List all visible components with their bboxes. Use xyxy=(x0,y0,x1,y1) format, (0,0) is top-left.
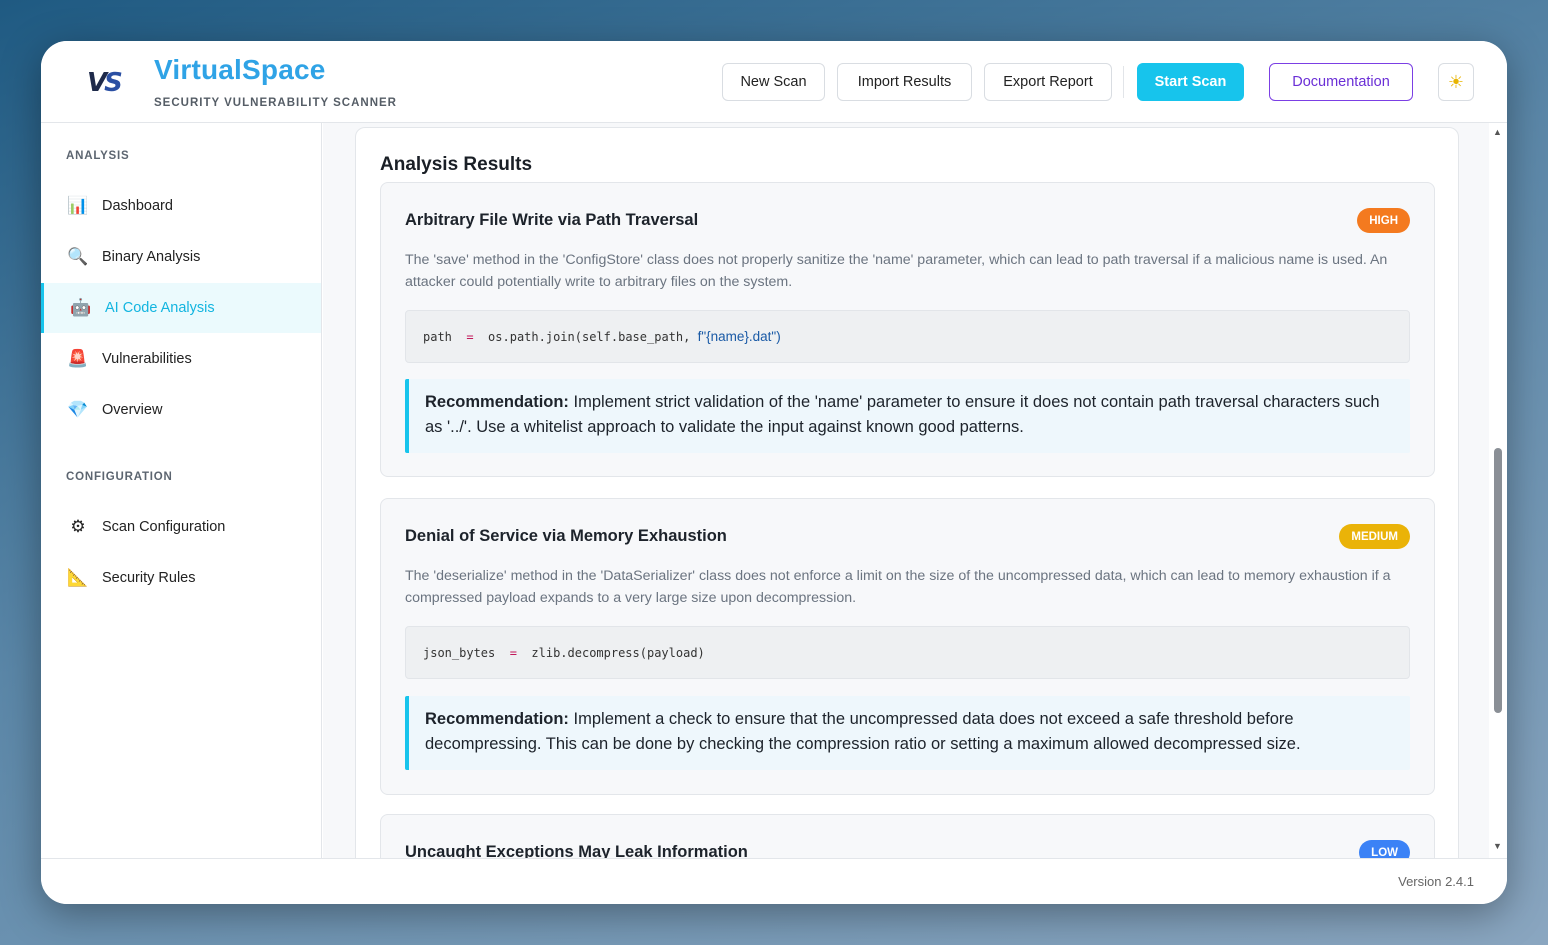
page-title: Analysis Results xyxy=(380,154,533,175)
magnifier-icon: 🔍 xyxy=(67,247,89,266)
analysis-section-label: ANALYSIS xyxy=(66,150,130,162)
sidebar-item-scan-configuration[interactable]: ⚙ Scan Configuration xyxy=(41,502,321,552)
gem-icon: 💎 xyxy=(67,400,89,419)
app-subtitle: SECURITY VULNERABILITY SCANNER xyxy=(154,97,397,109)
sidebar-item-vulnerabilities[interactable]: 🚨 Vulnerabilities xyxy=(41,334,321,384)
import-results-button[interactable]: Import Results xyxy=(837,63,972,101)
finding-title: Uncaught Exceptions May Leak Information xyxy=(405,843,748,858)
code-rhs: zlib.decompress(payload) xyxy=(531,645,705,660)
severity-badge: HIGH xyxy=(1357,208,1410,233)
finding-card: Arbitrary File Write via Path Traversal … xyxy=(380,182,1435,477)
code-lhs: path xyxy=(423,329,452,344)
code-string: f"{name}.dat") xyxy=(697,329,781,344)
code-lhs: json_bytes xyxy=(423,645,496,660)
logo-letter-s: S xyxy=(104,68,123,98)
sidebar-item-overview[interactable]: 💎 Overview xyxy=(41,385,321,435)
code-snippet: path = os.path.join(self.base_path, f"{n… xyxy=(405,310,1410,363)
robot-icon: 🤖 xyxy=(70,298,92,317)
sidebar-item-ai-code-analysis[interactable]: 🤖 AI Code Analysis xyxy=(41,283,321,333)
recommendation-label: Recommendation: xyxy=(425,710,569,728)
analysis-results-panel: Analysis Results Arbitrary File Write vi… xyxy=(355,127,1459,858)
recommendation-box: Recommendation: Implement a check to ens… xyxy=(405,696,1410,770)
scroll-down-arrow-icon[interactable]: ▼ xyxy=(1493,841,1502,851)
sidebar-item-label: Scan Configuration xyxy=(102,519,226,535)
finding-title: Denial of Service via Memory Exhaustion xyxy=(405,527,727,545)
start-scan-button[interactable]: Start Scan xyxy=(1137,63,1244,101)
scrollbar-thumb[interactable] xyxy=(1494,448,1502,713)
recommendation-box: Recommendation: Implement strict validat… xyxy=(405,379,1410,453)
finding-description: The 'save' method in the 'ConfigStore' c… xyxy=(405,252,1388,290)
finding-title: Arbitrary File Write via Path Traversal xyxy=(405,211,699,229)
scroll-up-arrow-icon[interactable]: ▲ xyxy=(1493,127,1502,137)
sidebar-item-security-rules[interactable]: 📐 Security Rules xyxy=(41,553,321,603)
sun-icon: ☀ xyxy=(1447,71,1465,92)
finding-description: The 'deserialize' method in the 'DataSer… xyxy=(405,568,1391,606)
sidebar-item-label: Overview xyxy=(102,402,163,418)
finding-card: Denial of Service via Memory Exhaustion … xyxy=(380,498,1435,795)
finding-card: Uncaught Exceptions May Leak Information… xyxy=(380,814,1435,858)
severity-badge: LOW xyxy=(1359,840,1410,858)
sidebar-item-label: Security Rules xyxy=(102,570,196,586)
sidebar-item-label: Dashboard xyxy=(102,198,173,214)
sidebar-item-binary-analysis[interactable]: 🔍 Binary Analysis xyxy=(41,232,321,282)
app-title: VirtualSpace xyxy=(154,54,326,85)
sidebar-item-dashboard[interactable]: 📊 Dashboard xyxy=(41,181,321,231)
version-label: Version 2.4.1 xyxy=(1398,874,1474,889)
main-content: Analysis Results Arbitrary File Write vi… xyxy=(323,123,1507,858)
app-window: VS VirtualSpace SECURITY VULNERABILITY S… xyxy=(41,41,1507,904)
sidebar-item-label: AI Code Analysis xyxy=(105,300,215,316)
gear-icon: ⚙ xyxy=(70,517,86,536)
sidebar: ANALYSIS 📊 Dashboard 🔍 Binary Analysis 🤖… xyxy=(41,123,322,858)
theme-toggle-button[interactable]: ☀ xyxy=(1438,63,1474,101)
ruler-icon: 📐 xyxy=(67,568,89,587)
vertical-scrollbar[interactable]: ▲ ▼ xyxy=(1489,123,1507,858)
footer: Version 2.4.1 xyxy=(41,858,1507,904)
new-scan-button[interactable]: New Scan xyxy=(722,63,825,101)
configuration-section-label: CONFIGURATION xyxy=(66,471,173,483)
recommendation-label: Recommendation: xyxy=(425,393,569,411)
code-rhs: os.path.join(self.base_path, xyxy=(488,329,691,344)
logo-letter-v: V xyxy=(87,68,107,98)
alert-icon: 🚨 xyxy=(67,349,89,368)
header-divider xyxy=(1123,66,1124,98)
recommendation-text: Implement strict validation of the 'name… xyxy=(425,393,1380,436)
bar-chart-icon: 📊 xyxy=(67,196,89,215)
export-report-button[interactable]: Export Report xyxy=(984,63,1112,101)
top-header: VS VirtualSpace SECURITY VULNERABILITY S… xyxy=(41,41,1507,123)
severity-badge: MEDIUM xyxy=(1339,524,1410,549)
code-operator: = xyxy=(466,329,474,344)
sidebar-item-label: Binary Analysis xyxy=(102,249,201,265)
code-operator: = xyxy=(509,645,517,660)
code-snippet: json_bytes = zlib.decompress(payload) xyxy=(405,626,1410,679)
app-logo: VS xyxy=(87,68,127,98)
documentation-button[interactable]: Documentation xyxy=(1269,63,1413,101)
sidebar-item-label: Vulnerabilities xyxy=(102,351,192,367)
